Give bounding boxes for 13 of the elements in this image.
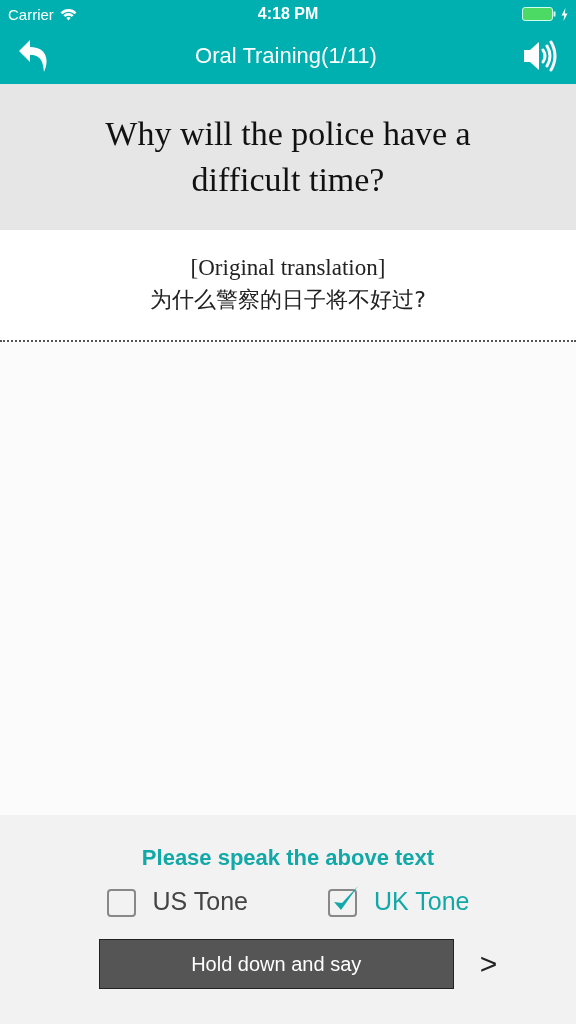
question-text: Why will the police have a difficult time?: [104, 114, 472, 200]
status-time: 4:18 PM: [257, 5, 319, 23]
translation-text: 为什么警察的日子将不好过?: [150, 286, 426, 314]
charging-icon: [561, 7, 568, 21]
record-button[interactable]: Hold down and say: [98, 939, 454, 989]
tone-label[interactable]: US Tone: [152, 886, 248, 916]
carrier-name: Carrier: [8, 5, 54, 23]
screen-title: Oral Training(1/11): [195, 43, 377, 69]
instruction-text: Please speak the above text: [141, 845, 435, 871]
translation-label: [Original translation]: [190, 255, 386, 281]
battery-icon: [522, 7, 558, 21]
next-button[interactable]: >: [475, 947, 502, 981]
wifi-icon: [59, 7, 77, 21]
